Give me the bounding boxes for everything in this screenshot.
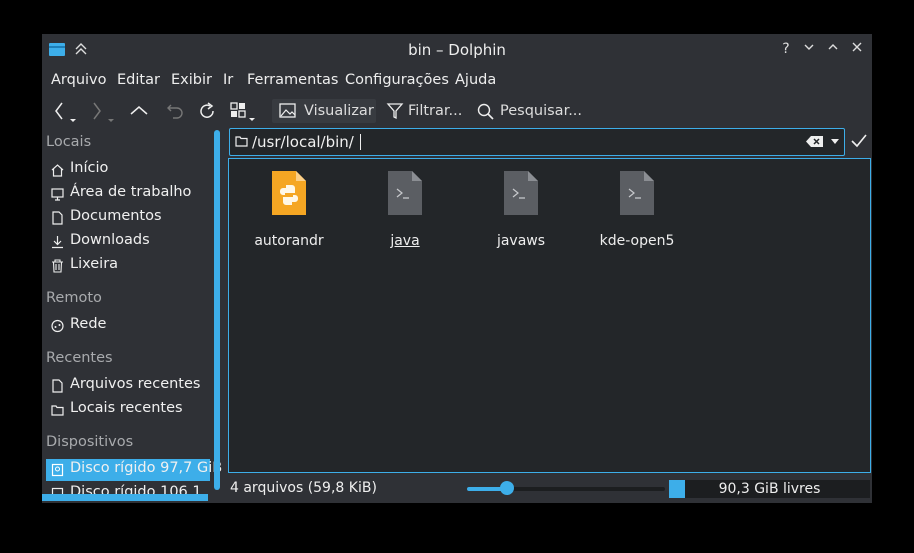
close-button[interactable] <box>848 40 866 58</box>
executable-file-icon <box>620 171 654 215</box>
zoom-slider-handle[interactable] <box>499 481 514 495</box>
section-dispositivos: Dispositivos <box>46 434 134 450</box>
place-downloads[interactable]: Downloads <box>46 231 210 253</box>
history-dropdown-icon[interactable] <box>831 139 839 144</box>
place-label: Downloads <box>70 232 150 248</box>
place-documentos[interactable]: Documentos <box>46 207 210 229</box>
text-cursor <box>360 134 361 150</box>
place-rede[interactable]: Rede <box>46 315 210 337</box>
place-label: Início <box>70 160 109 176</box>
up-arrow-icon <box>130 106 148 115</box>
clear-text-icon[interactable] <box>806 135 824 148</box>
undo-button[interactable] <box>164 99 186 123</box>
maximize-button[interactable] <box>824 40 842 58</box>
back-icon <box>55 102 76 122</box>
place-lixeira[interactable]: Lixeira <box>46 255 210 277</box>
place-locais-recentes[interactable]: Locais recentes <box>46 399 210 421</box>
recent-files-icon <box>52 379 63 393</box>
title-bar[interactable]: bin – Dolphin ? <box>42 34 872 66</box>
main-toolbar: Visualizar Filtrar... Pesquisar... <box>42 96 872 126</box>
trash-icon <box>52 259 63 273</box>
filter-label: Filtrar... <box>408 103 463 119</box>
menu-exibir[interactable]: Exibir <box>171 72 212 88</box>
free-space-indicator[interactable]: 90,3 GiB livres <box>669 480 870 498</box>
file-view[interactable]: autorandr java javaws kde-open5 <box>228 158 871 473</box>
window-title: bin – Dolphin <box>408 41 506 59</box>
filter-button[interactable]: Filtrar... <box>384 99 464 123</box>
python-file-icon <box>272 171 306 215</box>
download-icon <box>52 236 63 249</box>
file-name: java <box>390 233 420 249</box>
dolphin-window: bin – Dolphin ? Arquivo Editar Exibir Ir… <box>42 34 872 503</box>
forward-button[interactable] <box>88 99 120 123</box>
forward-icon <box>93 102 114 122</box>
file-name: kde-open5 <box>599 233 675 249</box>
place-label: Lixeira <box>70 256 119 272</box>
menu-ajuda[interactable]: Ajuda <box>455 72 496 88</box>
help-button[interactable]: ? <box>777 40 795 58</box>
folder-icon <box>235 136 248 147</box>
menu-editar[interactable]: Editar <box>117 72 160 88</box>
file-name: javaws <box>496 233 546 249</box>
places-scrollbar[interactable] <box>214 130 220 490</box>
search-label: Pesquisar... <box>500 103 583 119</box>
desktop-icon <box>51 188 64 201</box>
view-mode-button[interactable] <box>228 99 262 123</box>
place-area-de-trabalho[interactable]: Área de trabalho <box>46 183 210 205</box>
place-label: Documentos <box>70 208 162 224</box>
file-item-autorandr[interactable]: autorandr <box>241 171 337 249</box>
file-item-javaws[interactable]: javaws <box>473 171 569 249</box>
up-button[interactable] <box>128 99 150 123</box>
location-input[interactable]: /usr/local/bin/ <box>252 133 354 151</box>
reload-icon <box>200 102 214 118</box>
preview-toggle-button[interactable]: Visualizar <box>272 99 376 123</box>
menu-ir[interactable]: Ir <box>223 72 233 88</box>
place-label: Disco rígido 97,7 GiB <box>70 460 223 476</box>
document-icon <box>52 211 63 225</box>
filter-icon <box>386 103 404 120</box>
place-label: Rede <box>70 316 107 332</box>
search-button[interactable]: Pesquisar... <box>474 99 584 123</box>
undo-icon <box>167 104 183 119</box>
preview-label: Visualizar <box>304 103 374 119</box>
place-label: Área de trabalho <box>70 184 192 200</box>
reload-button[interactable] <box>196 99 218 123</box>
confirm-location-icon[interactable] <box>850 133 868 149</box>
executable-file-icon <box>504 171 538 215</box>
back-button[interactable] <box>50 99 80 123</box>
file-name: autorandr <box>254 233 324 249</box>
places-panel: Locais Início Área de trabalho Documento… <box>42 130 222 503</box>
status-summary: 4 arquivos (59,8 KiB) <box>230 480 377 496</box>
place-inicio[interactable]: Início <box>46 159 210 181</box>
section-locais: Locais <box>46 134 92 150</box>
free-space-label: 90,3 GiB livres <box>718 481 821 497</box>
file-item-java[interactable]: java <box>357 171 453 249</box>
icons-view-icon <box>230 102 255 121</box>
menu-bar: Arquivo Editar Exibir Ir Ferramentas Con… <box>42 68 872 94</box>
place-label: Arquivos recentes <box>70 376 201 392</box>
section-recentes: Recentes <box>46 350 113 366</box>
place-label: Locais recentes <box>70 400 183 416</box>
section-remoto: Remoto <box>46 290 102 306</box>
search-icon <box>477 103 494 120</box>
harddisk-icon <box>51 463 64 477</box>
zoom-slider[interactable] <box>467 481 665 495</box>
image-preview-icon <box>279 103 296 118</box>
menu-configuracoes[interactable]: Configurações <box>345 72 449 88</box>
minimize-button[interactable] <box>800 40 818 58</box>
recent-places-icon <box>51 405 64 416</box>
file-item-kde-open5[interactable]: kde-open5 <box>589 171 685 249</box>
place-arquivos-recentes[interactable]: Arquivos recentes <box>46 375 210 397</box>
executable-file-icon <box>388 171 422 215</box>
network-icon <box>51 319 64 333</box>
menu-ferramentas[interactable]: Ferramentas <box>247 72 338 88</box>
home-icon <box>51 164 64 177</box>
location-bar[interactable]: /usr/local/bin/ <box>229 128 845 156</box>
menu-arquivo[interactable]: Arquivo <box>51 72 107 88</box>
status-bar: 4 arquivos (59,8 KiB) 90,3 GiB livres <box>42 476 872 503</box>
